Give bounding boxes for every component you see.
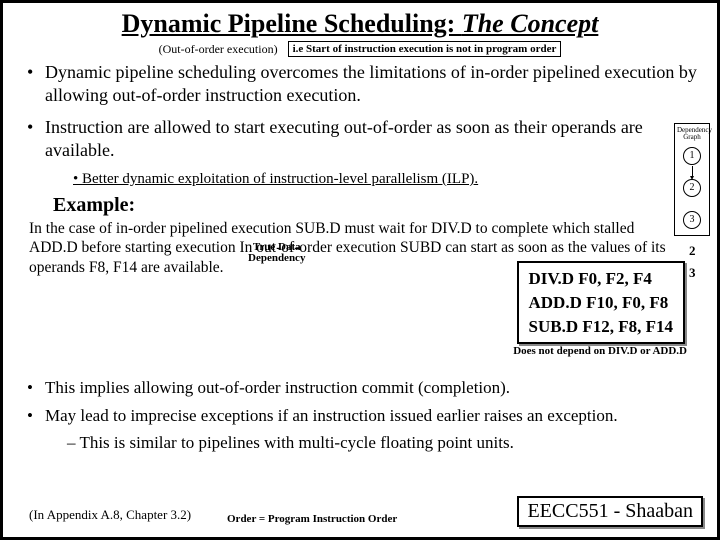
instr-1: DIV.D F0, F2, F4 [529, 267, 674, 291]
instr-num-2: 2 [689, 243, 703, 259]
example-heading: Example: [53, 194, 717, 217]
title-main: Dynamic Pipeline Scheduling: [122, 9, 462, 38]
slide-title: Dynamic Pipeline Scheduling: The Concept [13, 9, 707, 39]
dg-edge-12 [692, 166, 693, 178]
subtitle-row: (Out-of-order execution) i.e Start of in… [3, 41, 717, 57]
title-concept: The Concept [462, 9, 599, 38]
bottom-sub: – This is similar to pipelines with mult… [67, 433, 699, 453]
bullet-1: Dynamic pipeline scheduling overcomes th… [31, 61, 699, 106]
dependency-graph: Dependency Graph 1 2 3 [674, 123, 710, 236]
bottom-bullet-1: This implies allowing out-of-order instr… [31, 377, 699, 399]
instruction-box: DIV.D F0, F2, F4 ADD.D F10, F0, F8 SUB.D… [517, 261, 686, 344]
instr-num-3: 3 [689, 265, 703, 281]
bullet-2: Instruction are allowed to start executi… [31, 116, 699, 161]
better-line: Better dynamic exploitation of instructi… [73, 171, 717, 188]
bottom-bullets: This implies allowing out-of-order instr… [31, 377, 699, 427]
slide: Dynamic Pipeline Scheduling: The Concept… [0, 0, 720, 540]
dg-node-3: 3 [683, 211, 701, 229]
no-dependency-note: Does not depend on DIV.D or ADD.D [513, 345, 687, 357]
footer-order: Order = Program Instruction Order [227, 513, 397, 525]
subtitle-left: (Out-of-order execution) [159, 42, 278, 57]
dg-node-1: 1 [683, 147, 701, 165]
subtitle-box: i.e Start of instruction execution is no… [288, 41, 562, 57]
instr-3: SUB.D F12, F8, F14 [529, 315, 674, 339]
bottom-bullet-2: May lead to imprecise exceptions if an i… [31, 405, 699, 427]
footer-course: EECC551 - Shaaban [517, 496, 703, 527]
footer-appendix: (In Appendix A.8, Chapter 3.2) [29, 507, 191, 523]
dg-node-2: 2 [683, 179, 701, 197]
instr-2: ADD.D F10, F0, F8 [529, 291, 674, 315]
true-data-dep-label: True DataDependency [248, 242, 305, 264]
main-bullets: Dynamic pipeline scheduling overcomes th… [31, 61, 699, 161]
depgraph-title: Dependency Graph [677, 127, 707, 141]
